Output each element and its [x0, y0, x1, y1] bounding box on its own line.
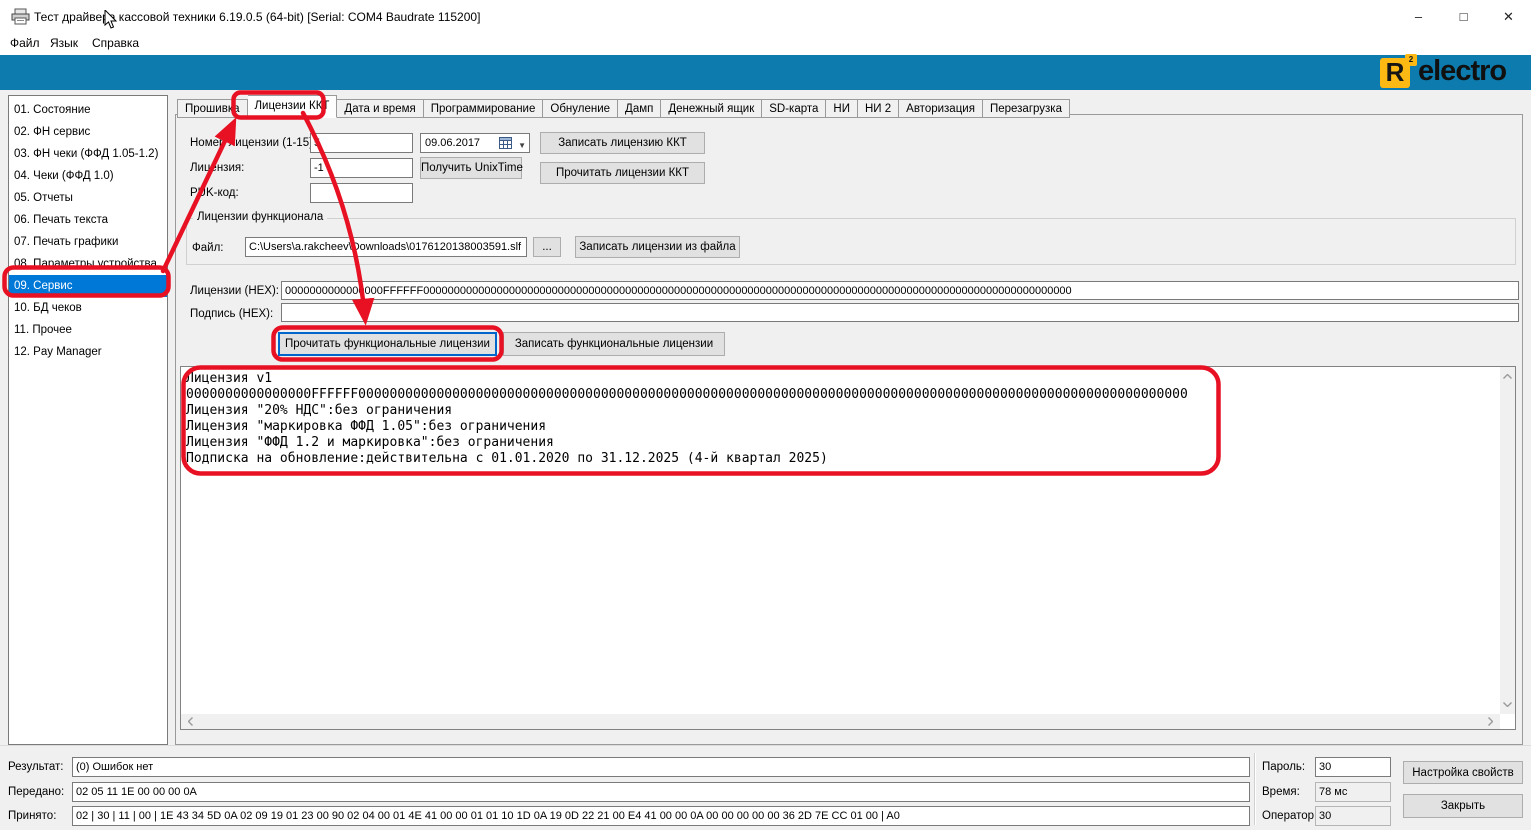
sent-label: Передано: — [8, 786, 64, 798]
sent-field[interactable] — [72, 782, 1250, 802]
operator-label: Оператор: — [1262, 810, 1317, 822]
sidebar-item-01-sostoyanie[interactable]: 01. Состояние — [9, 99, 167, 121]
r2electro-logo: R 2 electro — [1380, 56, 1525, 89]
tab-strip: Прошивка Лицензии ККТ Дата и время Прогр… — [177, 95, 1070, 118]
tab-data-i-vremya[interactable]: Дата и время — [337, 99, 423, 118]
output-license-text: Лицензия v1 0000000000000000FFFFFF000000… — [186, 371, 1496, 467]
password-label: Пароль: — [1262, 761, 1305, 773]
read-functional-button[interactable]: Прочитать функциональные лицензии — [278, 332, 497, 356]
status-panel: Результат: Передано: Принято: Пароль: Вр… — [0, 745, 1531, 830]
license-date-picker[interactable]: 09.06.2017 ▼ — [420, 133, 530, 153]
tab-obnulenie[interactable]: Обнуление — [543, 99, 618, 118]
file-label: Файл: — [192, 242, 223, 254]
sidebar-item-02-fn-servis[interactable]: 02. ФН сервис — [9, 121, 167, 143]
sidebar-item-08-parametry[interactable]: 08. Параметры устройства — [9, 253, 167, 275]
licenses-hex-input[interactable] — [281, 281, 1519, 300]
output-line: Лицензия "маркировка ФФД 1.05":без огран… — [186, 419, 1496, 435]
scroll-up-icon[interactable] — [1500, 369, 1515, 384]
output-line: Лицензия v1 — [186, 371, 1496, 387]
maximize-button[interactable]: □ — [1441, 0, 1486, 33]
get-unixtime-button[interactable]: Получить UnixTime — [420, 157, 522, 179]
close-app-button[interactable]: Закрыть — [1403, 794, 1523, 818]
file-path-input[interactable] — [245, 237, 527, 257]
read-license-button[interactable]: Прочитать лицензии ККТ — [540, 162, 705, 184]
app-window: Тест драйвера кассовой техники 6.19.0.5 … — [0, 0, 1531, 830]
sidebar-item-03-fn-cheki[interactable]: 03. ФН чеки (ФФД 1.05-1.2) — [9, 143, 167, 165]
sidebar-item-12-pay-manager[interactable]: 12. Pay Manager — [9, 341, 167, 363]
password-field[interactable] — [1315, 757, 1391, 777]
license-number-label: Номер лицензии (1-15) — [190, 137, 313, 149]
time-field[interactable] — [1315, 782, 1391, 802]
tab-licenses-kkt[interactable]: Лицензии ККТ — [248, 95, 338, 118]
output-line: Лицензия "ФФД 1.2 и маркировка":без огра… — [186, 435, 1496, 451]
signature-hex-label: Подпись (HEX): — [190, 308, 273, 320]
result-field[interactable] — [72, 757, 1250, 777]
close-button[interactable]: ✕ — [1486, 0, 1531, 33]
scroll-right-icon[interactable] — [1483, 714, 1498, 729]
sidebar-item-10-bd-chekov[interactable]: 10. БД чеков — [9, 297, 167, 319]
scroll-left-icon[interactable] — [183, 714, 198, 729]
functional-licenses-group-title: Лицензии функционала — [193, 211, 327, 223]
output-line: 0000000000000000FFFFFF000000000000000000… — [186, 387, 1496, 403]
mouse-cursor-icon — [104, 10, 118, 30]
tab-avtorizaciya[interactable]: Авторизация — [899, 99, 983, 118]
write-from-file-button[interactable]: Записать лицензии из файла — [575, 236, 740, 258]
divider — [1254, 753, 1256, 825]
tab-ni2[interactable]: НИ 2 — [858, 99, 899, 118]
license-label: Лицензия: — [190, 162, 244, 174]
horizontal-scrollbar[interactable] — [181, 714, 1500, 729]
minimize-button[interactable]: – — [1396, 0, 1441, 33]
sidebar-item-07-pechat-grafiki[interactable]: 07. Печать графики — [9, 231, 167, 253]
menu-file[interactable]: Файл — [10, 36, 40, 50]
result-label: Результат: — [8, 761, 64, 773]
output-line: Лицензия "20% НДС":без ограничения — [186, 403, 1496, 419]
tab-denezhny-yaschik[interactable]: Денежный ящик — [661, 99, 762, 118]
signature-hex-input[interactable] — [281, 303, 1519, 322]
operator-field[interactable] — [1315, 806, 1391, 826]
properties-button[interactable]: Настройка свойств — [1403, 761, 1523, 784]
received-label: Принято: — [8, 810, 56, 822]
logo-sup-square: 2 — [1405, 54, 1417, 66]
sidebar-item-09-servis[interactable]: 09. Сервис — [9, 275, 167, 297]
menu-bar: Файл Язык Справка — [0, 33, 1531, 55]
tab-ni[interactable]: НИ — [826, 99, 858, 118]
calendar-icon — [499, 137, 512, 149]
sidebar-item-06-pechat-teksta[interactable]: 06. Печать текста — [9, 209, 167, 231]
menu-help[interactable]: Справка — [92, 36, 139, 50]
scroll-down-icon[interactable] — [1500, 697, 1515, 712]
printer-icon — [11, 8, 30, 25]
license-input[interactable] — [310, 158, 413, 178]
received-field[interactable] — [72, 806, 1250, 826]
tab-sd-karta[interactable]: SD-карта — [762, 99, 826, 118]
section-list: 01. Состояние 02. ФН сервис 03. ФН чеки … — [8, 95, 168, 745]
browse-file-button[interactable]: ... — [533, 237, 561, 257]
menu-language[interactable]: Язык — [50, 36, 78, 50]
time-label: Время: — [1262, 786, 1300, 798]
sidebar-item-04-cheki[interactable]: 04. Чеки (ФФД 1.0) — [9, 165, 167, 187]
output-line: Подписка на обновление:действительна с 0… — [186, 451, 1496, 467]
tab-damp[interactable]: Дамп — [618, 99, 661, 118]
dropdown-arrow-icon[interactable]: ▼ — [518, 137, 526, 155]
puk-input[interactable] — [310, 183, 413, 203]
vertical-scrollbar[interactable] — [1500, 367, 1515, 714]
tab-perezagruzka[interactable]: Перезагрузка — [983, 99, 1070, 118]
write-license-button[interactable]: Записать лицензию ККТ — [540, 132, 705, 154]
sidebar-item-11-prochee[interactable]: 11. Прочее — [9, 319, 167, 341]
output-box[interactable]: Лицензия v1 0000000000000000FFFFFF000000… — [180, 366, 1516, 730]
write-functional-button[interactable]: Записать функциональные лицензии — [503, 332, 725, 356]
license-date-value: 09.06.2017 — [425, 137, 480, 149]
puk-label: PUK-код: — [190, 187, 239, 199]
license-number-input[interactable] — [310, 133, 413, 153]
logo-text: electro — [1418, 55, 1506, 88]
title-bar: Тест драйвера кассовой техники 6.19.0.5 … — [0, 0, 1531, 33]
tab-proshivka[interactable]: Прошивка — [177, 99, 248, 118]
sidebar-item-05-otchety[interactable]: 05. Отчеты — [9, 187, 167, 209]
licenses-hex-label: Лицензии (HEX): — [190, 285, 279, 297]
window-title: Тест драйвера кассовой техники 6.19.0.5 … — [34, 10, 480, 24]
brand-banner: R 2 electro — [0, 55, 1531, 90]
tab-programmirovanie[interactable]: Программирование — [424, 99, 544, 118]
